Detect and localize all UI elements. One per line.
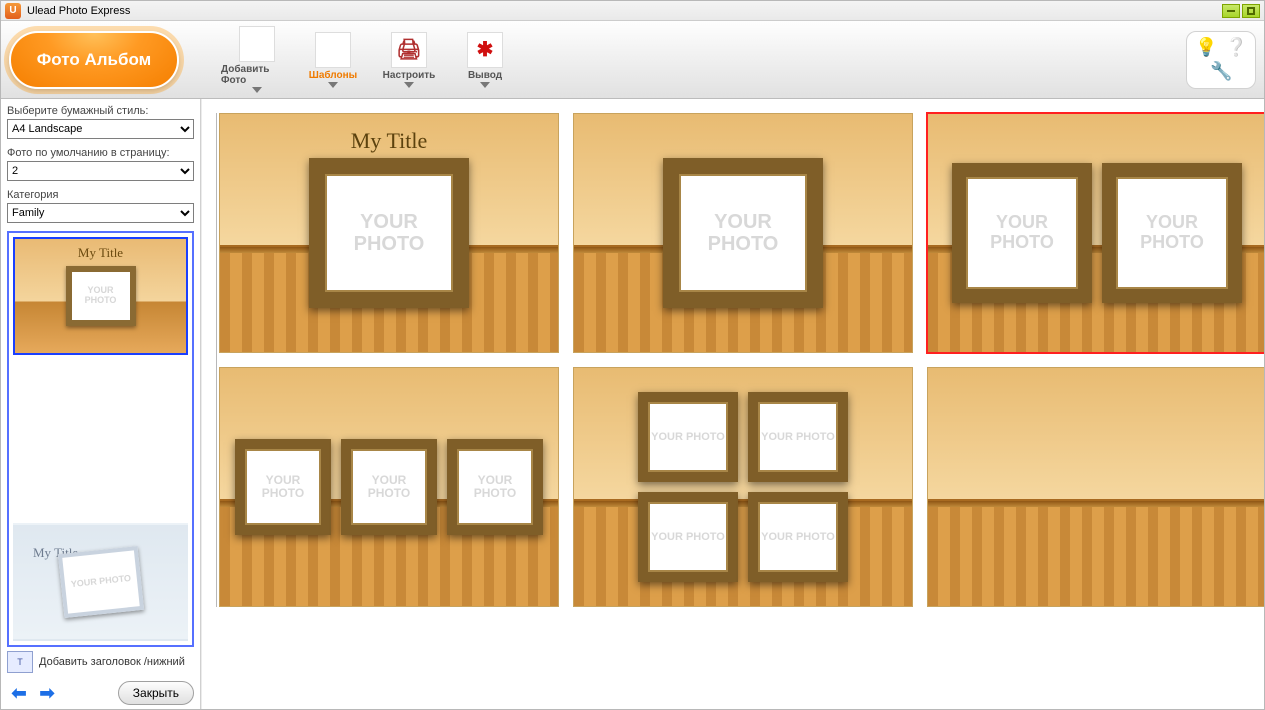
maximize-button[interactable] (1242, 4, 1260, 18)
next-button[interactable]: ➡ (35, 683, 59, 703)
photo-frame: YOUR PHOTO (952, 163, 1092, 303)
template-frames-wrap: YOUR PHOTOYOUR PHOTOYOUR PHOTO (220, 429, 558, 545)
template-grid-area: My TitleYOUR PHOTOYOUR PHOTOYOUR PHOTOYO… (201, 99, 1264, 709)
photo-frame: YOUR PHOTO (638, 492, 738, 582)
preview-thumb-2[interactable]: My Title YOUR PHOTO (13, 523, 188, 641)
template-frames-wrap: YOUR PHOTO (574, 148, 912, 318)
template-grid: My TitleYOUR PHOTOYOUR PHOTOYOUR PHOTOYO… (219, 113, 1250, 607)
template-title: My Title (351, 128, 427, 154)
add-header-footer-label: Добавить заголовок /нижний (39, 656, 185, 668)
floor-decor (928, 499, 1264, 606)
title-bar: U Ulead Photo Express (1, 1, 1264, 21)
bow-icon (467, 32, 503, 68)
photo-album-button[interactable]: Фото Альбом (9, 31, 179, 89)
frames-4-grid: YOUR PHOTOYOUR PHOTOYOUR PHOTOYOUR PHOTO (638, 392, 848, 582)
preview-thumb-title: My Title (78, 245, 123, 261)
preview-strip: My Title YOUR PHOTO My Title YOUR PHOTO (7, 231, 194, 647)
template-item[interactable]: YOUR PHOTO (573, 113, 913, 353)
add-photo-label: Добавить Фото (221, 64, 293, 86)
template-frames-wrap: YOUR PHOTOYOUR PHOTOYOUR PHOTOYOUR PHOTO (574, 382, 912, 592)
minimize-button[interactable] (1222, 4, 1240, 18)
app-title: Ulead Photo Express (27, 5, 130, 17)
template-item[interactable]: YOUR PHOTOYOUR PHOTO (927, 113, 1264, 353)
photo-frame: YOUR PHOTO (1102, 163, 1242, 303)
template-item[interactable]: YOUR PHOTOYOUR PHOTOYOUR PHOTOYOUR PHOTO (573, 367, 913, 607)
default-photos-label: Фото по умолчанию в страницу: (7, 147, 194, 159)
paper-style-select[interactable]: A4 Landscape (7, 119, 194, 139)
chevron-down-icon (404, 82, 414, 88)
preview-thumb-frame: YOUR PHOTO (57, 546, 143, 618)
photo-frame: YOUR PHOTO (663, 158, 823, 308)
toolbar-tips-panel: 💡 ❔ 🔧 (1186, 31, 1256, 89)
category-label: Категория (7, 189, 194, 201)
sidebar: Выберите бумажный стиль: A4 Landscape Фо… (1, 99, 201, 709)
photo-frame: YOUR PHOTO (748, 392, 848, 482)
printer-icon (391, 32, 427, 68)
template-frames-wrap (928, 477, 1264, 497)
preview-thumb-frame: YOUR PHOTO (66, 266, 136, 326)
default-photos-select[interactable]: 2 (7, 161, 194, 181)
prev-button[interactable]: ⬅ (7, 683, 31, 703)
toolbar: Фото Альбом Добавить Фото Шаблоны Настро… (1, 21, 1264, 99)
close-button[interactable]: Закрыть (118, 681, 194, 705)
settings-label: Настроить (383, 70, 436, 81)
photo-frame: YOUR PHOTO (235, 439, 331, 535)
preview-thumb-1[interactable]: My Title YOUR PHOTO (13, 237, 188, 355)
photo-frame: YOUR PHOTO (447, 439, 543, 535)
category-select[interactable]: Family (7, 203, 194, 223)
chevron-down-icon (480, 82, 490, 88)
output-button[interactable]: Вывод (449, 32, 521, 88)
templates-icon (315, 32, 351, 68)
sidebar-footer: T Добавить заголовок /нижний ⬅ ➡ Закрыть (7, 647, 194, 705)
text-block-icon: T (7, 651, 33, 673)
template-item[interactable] (927, 367, 1264, 607)
template-frames-wrap: YOUR PHOTOYOUR PHOTO (928, 153, 1264, 313)
templates-button[interactable]: Шаблоны (297, 32, 369, 88)
template-item[interactable]: YOUR PHOTOYOUR PHOTOYOUR PHOTO (219, 367, 559, 607)
app-icon: U (5, 3, 21, 19)
paper-style-label: Выберите бумажный стиль: (7, 105, 194, 117)
chevron-down-icon (328, 82, 338, 88)
photo-frame: YOUR PHOTO (341, 439, 437, 535)
chevron-down-icon (252, 87, 262, 93)
photo-frame: YOUR PHOTO (638, 392, 738, 482)
close-label: Закрыть (133, 686, 179, 700)
template-item[interactable]: My Title YOUR PHOTO (219, 113, 559, 353)
add-photo-icon (239, 26, 275, 62)
lightbulb-icon[interactable]: 💡 (1195, 37, 1217, 59)
wrench-icon[interactable]: 🔧 (1210, 61, 1232, 83)
templates-label: Шаблоны (309, 70, 357, 81)
add-photo-button[interactable]: Добавить Фото (221, 26, 293, 93)
settings-button[interactable]: Настроить (373, 32, 445, 88)
photo-album-label: Фото Альбом (37, 50, 151, 70)
help-icon[interactable]: ❔ (1225, 37, 1247, 59)
add-header-footer-button[interactable]: T Добавить заголовок /нижний (7, 651, 194, 673)
photo-frame: YOUR PHOTO (748, 492, 848, 582)
template-frames-wrap: YOUR PHOTO (220, 148, 558, 318)
output-label: Вывод (468, 70, 502, 81)
photo-frame: YOUR PHOTO (309, 158, 469, 308)
